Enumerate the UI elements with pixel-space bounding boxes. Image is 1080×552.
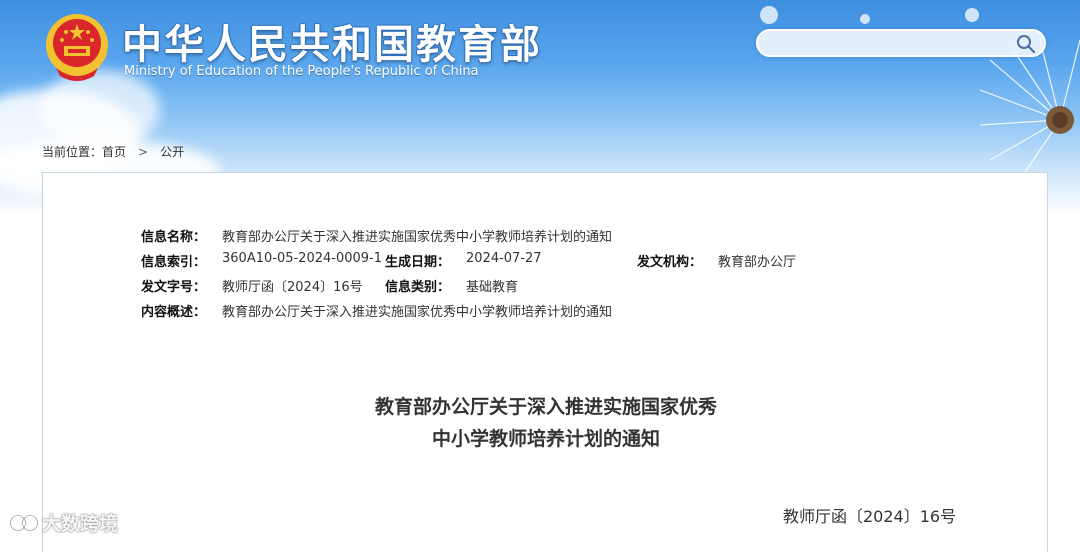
site-title: 中华人民共和国教育部 [122,22,542,68]
meta-index-label: 信息索引： [141,255,207,270]
meta-docno-value: 教师厅函〔2024〕16号 [222,280,363,295]
search-box [756,29,1046,57]
sparkle-decoration [965,8,979,22]
watermark: 大数跨境 [10,509,118,536]
sparkle-decoration [860,14,870,24]
meta-name-value: 教育部办公厅关于深入推进实施国家优秀中小学教师培养计划的通知 [222,230,613,245]
chevron-right-icon: > [138,145,149,159]
document-number: 教师厅函〔2024〕16号 [783,507,957,526]
meta-agency-value: 教育部办公厅 [718,255,797,270]
document-title-line: 中小学教师培养计划的通知 [431,428,660,450]
meta-docno-label: 发文字号： [141,280,207,295]
breadcrumb-current-link[interactable]: 公开 [160,143,184,160]
dandelion-icon [980,40,1080,180]
site-subtitle: Ministry of Education of the People's Re… [124,64,479,79]
watermark-logo-icon [10,515,38,531]
meta-summary-label: 内容概述： [141,305,207,320]
meta-index-value: 360A10-05-2024-0009-1 [222,251,382,266]
search-icon[interactable] [1016,34,1036,54]
meta-name-label: 信息名称： [141,230,207,245]
meta-agency-label: 发文机构： [637,255,703,270]
breadcrumb-home-link[interactable]: 首页 [102,143,126,160]
meta-summary-value: 教育部办公厅关于深入推进实施国家优秀中小学教师培养计划的通知 [222,305,613,320]
meta-category-value: 基础教育 [466,280,519,295]
breadcrumb: 当前位置：首页 > 公开 [42,143,184,160]
watermark-text: 大数跨境 [42,513,119,535]
sparkle-decoration [760,6,778,24]
meta-date-label: 生成日期： [385,255,451,270]
meta-category-label: 信息类别： [385,280,451,295]
document-title: 教育部办公厅关于深入推进实施国家优秀 中小学教师培养计划的通知 [43,391,1049,455]
content-panel: 信息名称： 教育部办公厅关于深入推进实施国家优秀中小学教师培养计划的通知 信息索… [42,172,1048,552]
meta-date-value: 2024-07-27 [466,251,542,266]
cloud-decoration [40,70,160,150]
breadcrumb-prefix: 当前位置： [42,145,103,159]
national-emblem-icon [46,14,108,81]
document-title-line: 教育部办公厅关于深入推进实施国家优秀 [374,396,717,418]
search-input[interactable] [770,34,1014,54]
